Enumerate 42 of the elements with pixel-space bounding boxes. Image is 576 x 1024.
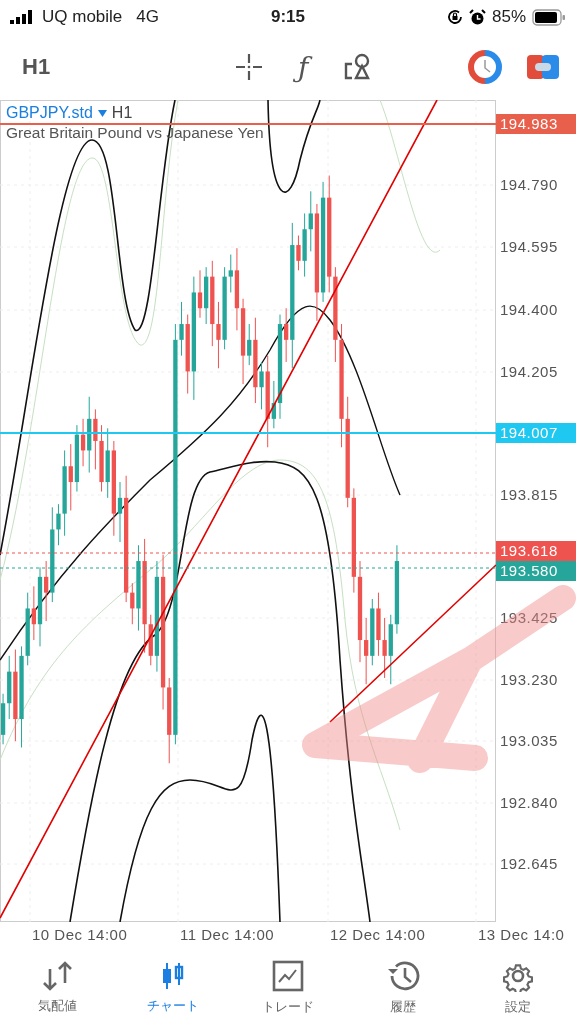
battery-percent: 85% bbox=[491, 7, 526, 27]
trend-line[interactable] bbox=[329, 564, 496, 723]
symbol-link[interactable]: GBPJPY.std bbox=[6, 104, 93, 122]
clock-ring-icon bbox=[468, 50, 502, 84]
price-level-label: 193.580 bbox=[496, 561, 576, 581]
nav-tab[interactable]: 履歴 bbox=[353, 960, 454, 1016]
clock-time: 9:15 bbox=[271, 7, 305, 27]
one-click-trading-button[interactable] bbox=[466, 48, 504, 86]
time-axis-label: 11 Dec 14:00 bbox=[180, 926, 275, 943]
nav-tab[interactable]: トレード bbox=[237, 960, 338, 1016]
price-tick-label: 192.645 bbox=[500, 854, 558, 874]
price-tick-label: 194.205 bbox=[500, 362, 558, 382]
carrier-name: UQ mobile bbox=[42, 7, 123, 27]
time-axis-label: 13 Dec 14:0 bbox=[478, 926, 565, 943]
indicator-button[interactable]: ƒ bbox=[288, 48, 319, 86]
price-tick-label: 193.230 bbox=[500, 670, 558, 690]
crosshair-icon bbox=[234, 52, 265, 82]
chart-timeframe: H1 bbox=[111, 104, 133, 122]
network-type: 4G bbox=[136, 7, 159, 27]
price-tick-label: 193.035 bbox=[500, 731, 558, 751]
link-toggle-icon bbox=[526, 53, 560, 81]
price-level-label: 193.618 bbox=[496, 541, 576, 561]
battery-icon bbox=[532, 8, 566, 26]
history-icon bbox=[386, 960, 421, 992]
dropdown-caret-icon[interactable] bbox=[97, 109, 107, 117]
line-chart-icon bbox=[271, 960, 304, 992]
nav-tab[interactable]: チャート bbox=[122, 961, 223, 1015]
price-tick-label: 194.595 bbox=[500, 237, 558, 257]
alarm-icon bbox=[468, 8, 486, 26]
price-tick-label: 192.840 bbox=[500, 793, 558, 813]
rotation-lock-icon bbox=[446, 9, 463, 25]
nav-tab[interactable]: 設定 bbox=[468, 960, 569, 1016]
price-tick-label: 194.400 bbox=[500, 300, 558, 320]
price-tick-label: 193.815 bbox=[500, 485, 558, 505]
time-axis-label: 12 Dec 14:00 bbox=[330, 926, 426, 943]
price-tick-label: 193.425 bbox=[500, 608, 558, 628]
nav-tab[interactable]: 気配値 bbox=[7, 961, 108, 1015]
price-level-label: 194.007 bbox=[496, 423, 576, 443]
timeframe-button[interactable]: H1 bbox=[18, 50, 55, 84]
time-axis-label: 10 Dec 14:00 bbox=[32, 926, 128, 943]
price-tick-label: 194.790 bbox=[500, 175, 558, 195]
price-level-label: 194.983 bbox=[496, 114, 576, 134]
